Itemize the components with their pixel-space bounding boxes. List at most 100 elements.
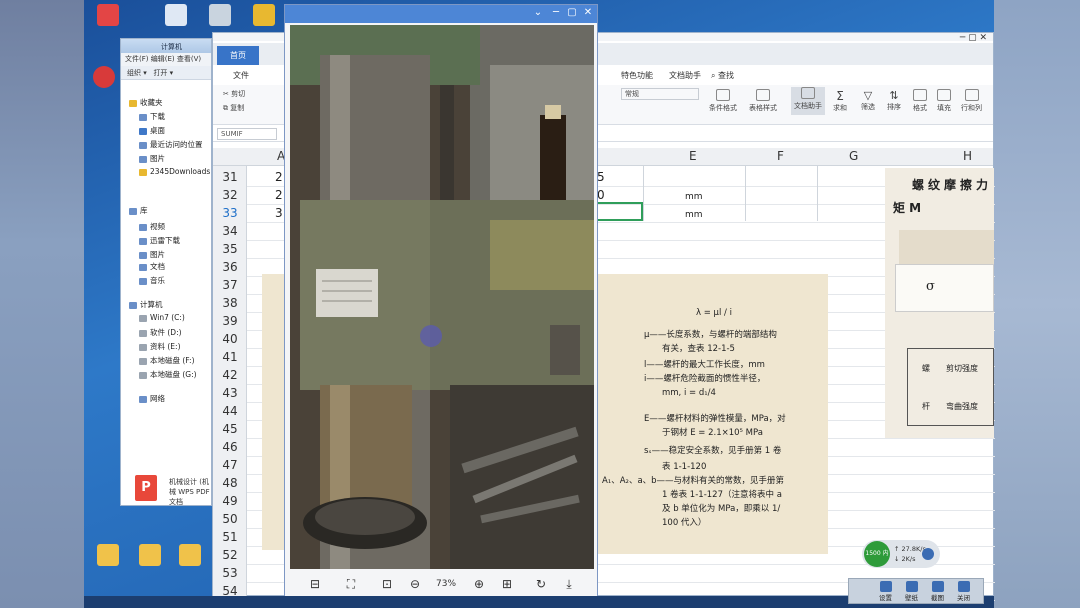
cell-e32[interactable]: mm [685,192,703,202]
download-icon[interactable]: ⤓ [561,576,577,592]
cut-button[interactable]: ✂ 剪切 [223,89,245,99]
open-button[interactable]: 打开 ▾ [153,69,173,77]
recycle-bin-icon[interactable] [88,4,128,42]
wallpaper-button[interactable]: 壁纸 [905,581,918,602]
row-number[interactable]: 51 [213,528,247,546]
nav-item[interactable]: 最近访问的位置 [139,139,203,150]
conditional-format-button[interactable]: 条件格式 [709,89,737,113]
row-number[interactable]: 48 [213,474,247,492]
menu-edit[interactable]: 编辑(E) [151,55,175,63]
nav-item[interactable]: Win7 (C:) [139,313,185,322]
fit-screen-icon[interactable]: ⛶ [343,576,359,592]
close-icon[interactable]: ✕ [581,7,595,18]
row-number[interactable]: 38 [213,294,247,312]
nav-item[interactable]: 图片 [139,249,165,260]
folder-icon[interactable] [170,544,210,582]
menu-special[interactable]: 特色功能 [621,70,653,81]
copy-button[interactable]: ⧉ 复制 [223,103,244,113]
document-icon[interactable] [156,4,196,42]
network-speed-widget[interactable]: 1500 内存 ↑ 27.8K/s ↓ 2K/s [862,540,940,583]
row-number[interactable]: 33 [213,204,247,222]
nav-item[interactable]: 迅雷下载 [139,235,180,246]
folder-icon[interactable] [88,544,128,582]
nav-item[interactable]: 收藏夹 [129,97,163,108]
zoom-out-icon[interactable]: ⊖ [407,576,423,592]
zoom-in-icon[interactable]: ⊕ [471,576,487,592]
sort-button[interactable]: ⇅ 排序 [887,89,901,112]
row-number[interactable]: 40 [213,330,247,348]
maximize-icon[interactable]: ▢ [565,7,579,18]
row-number[interactable]: 42 [213,366,247,384]
row-number[interactable]: 39 [213,312,247,330]
number-format-select[interactable]: 常规 [621,88,699,100]
actual-size-icon[interactable]: ⊡ [379,576,395,592]
app-icon[interactable] [84,66,124,104]
column-f[interactable]: F [777,149,784,163]
row-number[interactable]: 49 [213,492,247,510]
layout-icon[interactable]: ⊟ [307,576,323,592]
screenshot-button[interactable]: 截图 [931,581,944,602]
row-number[interactable]: 43 [213,384,247,402]
pdf-file-icon[interactable]: P [135,475,157,501]
cell-a31[interactable]: 2 [275,170,283,184]
tab-home[interactable]: 首页 [217,46,259,65]
nav-item[interactable]: 资料 (E:) [139,341,181,352]
row-number[interactable]: 41 [213,348,247,366]
menu-file[interactable]: 文件 [233,70,249,81]
menu-view[interactable]: 查看(V) [177,55,201,63]
row-number[interactable]: 31 [213,168,247,186]
nav-item[interactable]: 计算机 [129,299,163,310]
nav-item[interactable]: 桌面 [139,125,165,136]
nav-item[interactable]: 2345Downloads [139,167,210,176]
sum-button[interactable]: Σ 求和 [833,89,847,113]
explorer-address[interactable]: 计算机 [161,42,182,52]
nav-item[interactable]: 视频 [139,221,165,232]
fill-button[interactable]: 填充 [937,89,951,113]
nav-item[interactable]: 音乐 [139,275,165,286]
row-number[interactable]: 36 [213,258,247,276]
one-to-one-icon[interactable]: ⊞ [499,576,515,592]
row-number[interactable]: 47 [213,456,247,474]
pin-icon[interactable]: ⌄ [531,7,545,18]
row-number[interactable]: 32 [213,186,247,204]
row-number[interactable]: 45 [213,420,247,438]
row-number[interactable]: 44 [213,402,247,420]
name-box[interactable]: SUMIF [217,128,277,140]
folder-icon[interactable] [130,544,170,582]
nav-item[interactable]: 本地磁盘 (F:) [139,355,195,366]
organize-button[interactable]: 组织 ▾ [127,69,147,77]
column-h[interactable]: H [963,149,972,163]
nav-item[interactable]: 文档 [139,261,165,272]
menu-find[interactable]: ⌕ 查找 [711,70,734,81]
table-style-button[interactable]: 表格样式 [749,89,777,113]
cell-a32[interactable]: 2 [275,188,283,202]
close-tray-button[interactable]: 关闭 [957,581,970,602]
row-number[interactable]: 50 [213,510,247,528]
settings-button[interactable]: 设置 [879,581,892,602]
row-col-button[interactable]: 行和列 [961,89,982,113]
row-number[interactable]: 34 [213,222,247,240]
cell-d32[interactable]: 0 [597,188,605,202]
nav-item[interactable]: 下载 [139,111,165,122]
row-number[interactable]: 52 [213,546,247,564]
workshop-photo[interactable] [290,25,594,569]
cell-e33[interactable]: mm [685,210,703,220]
nav-item[interactable]: 网络 [139,393,165,404]
rotate-icon[interactable]: ↻ [533,576,549,592]
menu-file[interactable]: 文件(F) [125,55,149,63]
minimize-icon[interactable]: ─ [549,7,563,18]
active-cell[interactable] [593,202,643,221]
menu-doc-helper[interactable]: 文档助手 [669,70,701,81]
column-e[interactable]: E [689,149,697,163]
window-controls[interactable]: ─ ▢ ✕ [960,33,987,43]
cell-a33[interactable]: 3 [275,206,283,220]
nav-item[interactable]: 图片 [139,153,165,164]
row-number[interactable]: 53 [213,564,247,582]
doc-helper-button[interactable]: 文档助手 [791,87,825,115]
row-number[interactable]: 37 [213,276,247,294]
cell-d31[interactable]: 5 [597,170,605,184]
nav-item[interactable]: 库 [129,205,148,216]
column-g[interactable]: G [849,149,858,163]
row-number[interactable]: 35 [213,240,247,258]
filter-button[interactable]: ▽ 筛选 [861,89,875,112]
